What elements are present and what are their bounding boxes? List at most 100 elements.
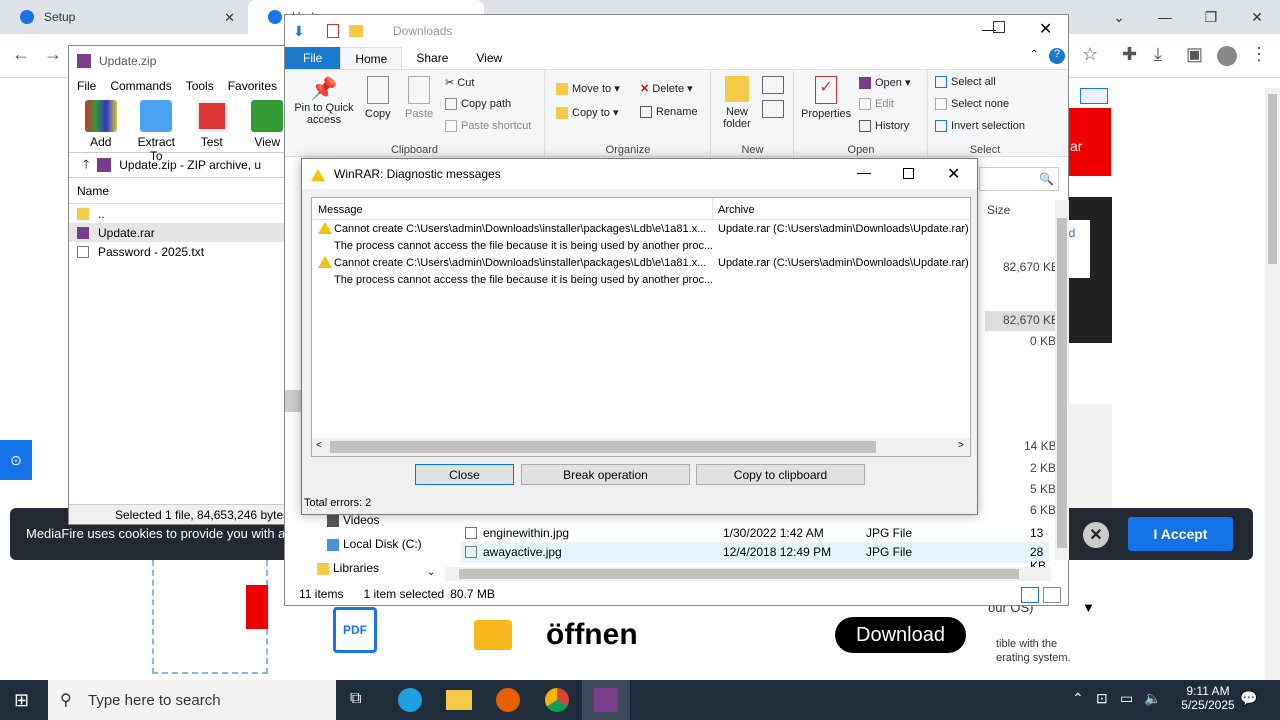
add-button[interactable]: Add (75, 96, 127, 152)
new-folder-icon[interactable] (349, 25, 363, 37)
menu-file[interactable]: File (77, 79, 96, 93)
windows-start-icon[interactable]: ⊞ (14, 690, 29, 711)
winrar-taskbar-item[interactable] (582, 680, 630, 720)
tray-chevron-icon[interactable]: ⌃ (1072, 690, 1084, 707)
download-button[interactable]: Download (835, 617, 966, 653)
file-list-scrollbar[interactable] (1055, 200, 1069, 560)
minimize-button[interactable]: — (857, 164, 871, 180)
message-row-detail[interactable]: The process cannot access the file becau… (312, 271, 970, 288)
menu-favorites[interactable]: Favorites (228, 79, 277, 93)
maximize-button[interactable] (903, 168, 914, 179)
nav-splitter[interactable] (285, 390, 301, 412)
column-message[interactable]: Message (318, 204, 363, 216)
paste-button[interactable]: Paste (405, 76, 433, 120)
properties-button[interactable]: ✓ Properties (801, 76, 851, 120)
size-column-header[interactable]: Size (987, 203, 1010, 217)
copy-clipboard-button[interactable]: Copy to clipboard (696, 464, 865, 485)
message-row[interactable]: Cannot create C:\Users\admin\Downloads\i… (312, 254, 970, 271)
column-name[interactable]: Name (69, 178, 293, 204)
tab-home[interactable]: Home (340, 47, 403, 69)
new-item-icon[interactable] (762, 76, 784, 94)
restore-button[interactable]: ❐ (1188, 0, 1234, 34)
back-icon[interactable]: ← (12, 44, 30, 65)
test-button[interactable]: Test (186, 96, 238, 152)
close-button[interactable]: Close (415, 464, 514, 485)
tab-share[interactable]: Share (402, 47, 462, 69)
invert-selection-button[interactable]: Invert selection (935, 120, 1025, 133)
scroll-thumb[interactable] (330, 441, 876, 453)
firefox-icon[interactable] (496, 688, 520, 712)
page-scrollbar[interactable] (1265, 88, 1280, 680)
close-window-button[interactable]: ✕ (1234, 0, 1280, 34)
accept-cookies-button[interactable]: I Accept (1128, 517, 1233, 551)
file-row[interactable]: awayactive.jpg 12/4/2018 12:49 PM JPG Fi… (461, 542, 1049, 573)
close-icon[interactable]: ✕ (947, 164, 960, 184)
scroll-thumb[interactable] (1057, 218, 1067, 548)
volume-icon[interactable]: 🔈 (1144, 690, 1161, 707)
task-view-icon[interactable]: ⧉ (350, 690, 361, 708)
network-icon[interactable]: ⊡ (1096, 690, 1108, 707)
maximize-button[interactable] (993, 21, 1005, 33)
collapse-ribbon-icon[interactable]: ⌃ (1030, 49, 1038, 60)
chevron-down-icon[interactable]: ▼ (1082, 600, 1095, 615)
sidepanel-icon[interactable]: ▣ (1186, 44, 1203, 65)
nav-item-libraries[interactable]: Libraries (317, 561, 379, 575)
move-to-button[interactable]: Move to ▾ (556, 82, 620, 96)
tab-search-icon[interactable]: ⌄ (1096, 0, 1142, 34)
chrome-icon[interactable] (545, 688, 569, 712)
open-button[interactable]: Open ▾ (859, 76, 911, 90)
new-folder-button[interactable]: New folder (720, 76, 754, 130)
nav-scroll-down-icon[interactable]: ⌄ (427, 567, 435, 578)
copy-path-button[interactable]: Copy path (445, 98, 511, 111)
extract-to-button[interactable]: Extract To (131, 96, 183, 163)
paste-shortcut-button[interactable]: Paste shortcut (445, 120, 531, 133)
nav-item-local-disk[interactable]: Local Disk (C:) (327, 537, 422, 551)
list-hscrollbar[interactable]: < > (312, 438, 970, 456)
scroll-right-icon[interactable]: > (958, 440, 964, 451)
message-row-detail[interactable]: The process cannot access the file becau… (312, 237, 970, 254)
clock[interactable]: 9:11 AM 5/25/2025 (1172, 684, 1244, 712)
file-row[interactable]: enginewithin.jpg 1/30/2022 1:42 AM JPG F… (461, 523, 1049, 554)
star-icon[interactable]: ☆ (1082, 44, 1098, 65)
properties-icon[interactable] (327, 24, 339, 38)
tab-view[interactable]: View (462, 47, 516, 69)
quick-access-toolbar-icon[interactable]: ⬇ (293, 23, 305, 40)
message-row[interactable]: Cannot create C:\Users\admin\Downloads\i… (312, 220, 970, 237)
close-tab-icon[interactable]: ✕ (224, 10, 235, 26)
display-icon[interactable]: ▭ (1120, 690, 1133, 707)
taskbar-search[interactable]: Type here to search (48, 680, 336, 720)
list-item[interactable]: Update.rar (69, 223, 293, 242)
close-cookie-icon[interactable]: ✕ (1083, 522, 1109, 548)
nav-item-videos[interactable]: Videos (327, 513, 379, 527)
tab-setup[interactable]: Setup ✕ (0, 0, 245, 34)
download-icon[interactable]: ⤓ (1154, 44, 1162, 65)
tab-file[interactable]: File (285, 47, 341, 69)
select-none-button[interactable]: Select none (935, 98, 1009, 111)
file-explorer-icon[interactable] (446, 690, 472, 710)
copy-button[interactable]: Copy (365, 76, 391, 120)
history-button[interactable]: History (859, 120, 909, 133)
select-all-button[interactable]: Select all (935, 76, 996, 89)
list-item[interactable]: Password - 2025.txt (69, 242, 293, 261)
column-archive[interactable]: Archive (718, 204, 755, 216)
minimize-button[interactable]: — (1142, 0, 1188, 34)
delete-button[interactable]: ✕ Delete ▾ (640, 82, 693, 95)
menu-tools[interactable]: Tools (186, 79, 214, 93)
cut-button[interactable]: ✂ Cut (445, 76, 474, 89)
menu-commands[interactable]: Commands (110, 79, 171, 93)
column-divider[interactable] (712, 198, 713, 220)
list-item[interactable]: .. (69, 204, 293, 223)
search-icon[interactable]: 🔍 (979, 167, 1059, 191)
message-list[interactable]: Message Archive Cannot create C:\Users\a… (311, 197, 971, 457)
easy-access-icon[interactable] (762, 100, 784, 118)
copy-to-button[interactable]: Copy to ▾ (556, 106, 619, 120)
edit-button[interactable]: Edit (859, 98, 894, 111)
scroll-thumb[interactable] (459, 569, 1019, 579)
scroll-left-icon[interactable]: < (316, 440, 322, 451)
scroll-thumb[interactable] (1268, 94, 1277, 264)
help-icon[interactable]: ? (1049, 48, 1065, 64)
avatar[interactable] (1217, 46, 1237, 66)
pin-quick-access-button[interactable]: 📌 Pin to Quick access (291, 76, 357, 126)
forward-icon[interactable]: → (44, 44, 62, 65)
notifications-icon[interactable]: 💬 (1240, 690, 1257, 707)
